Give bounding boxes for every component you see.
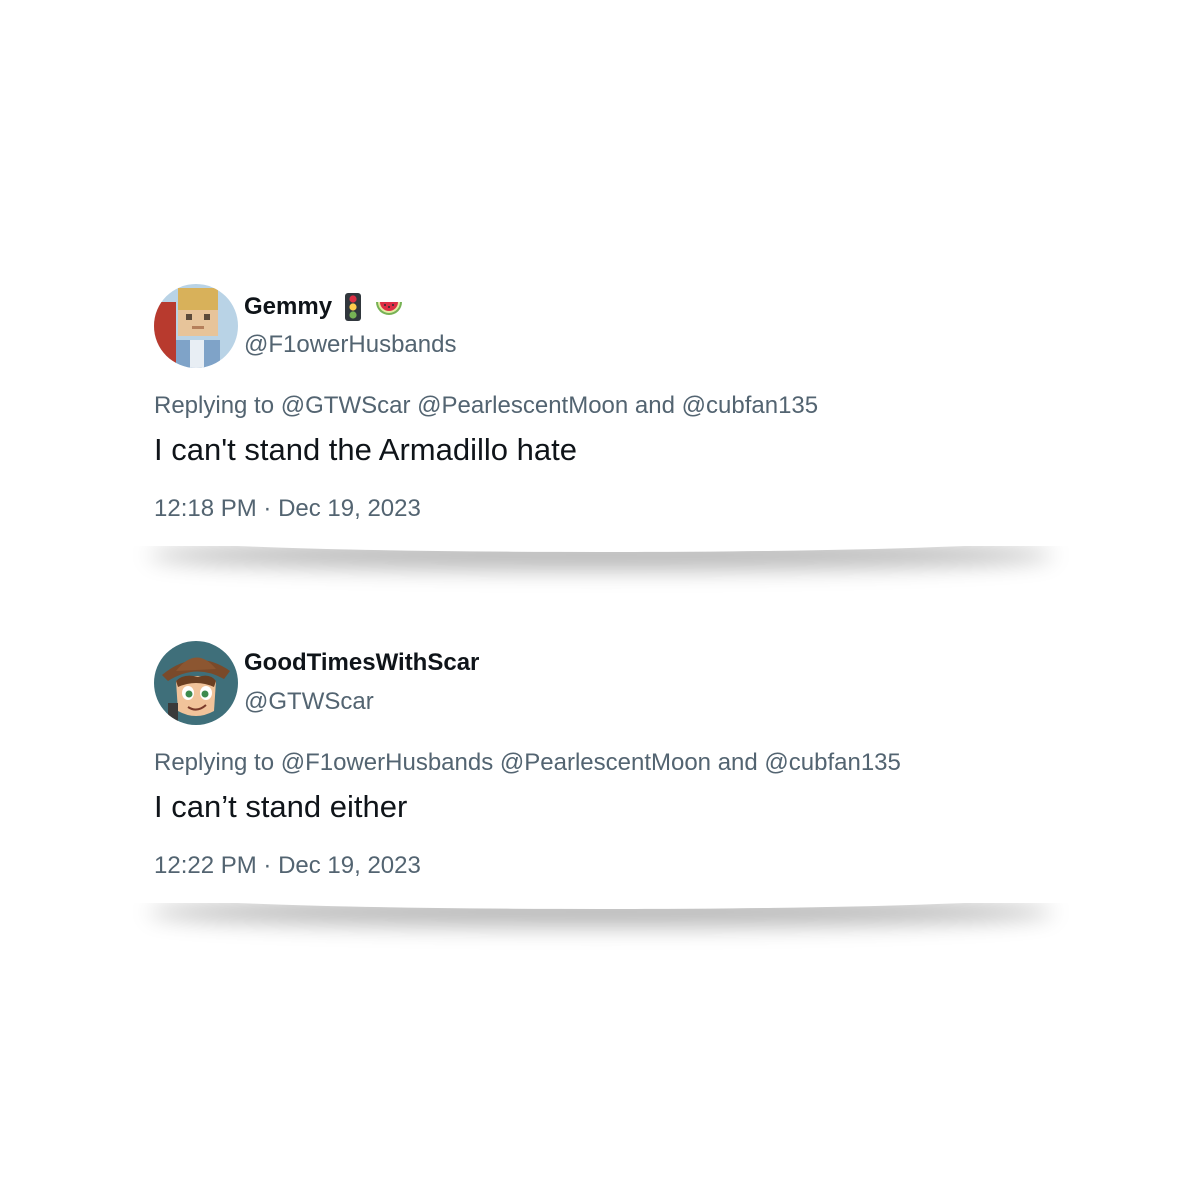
- display-name[interactable]: Gemmy: [244, 292, 404, 322]
- tweet-time: 12:22 PM: [154, 852, 257, 879]
- tweet-text: I can’t stand either: [154, 789, 408, 824]
- avatar-image: [154, 641, 238, 725]
- reply-prefix: Replying to: [154, 749, 275, 776]
- replying-to-line: Replying to @F1owerHusbands @Pearlescent…: [154, 749, 901, 777]
- meta-separator: ·: [263, 852, 272, 879]
- tweet-timestamp[interactable]: 12:18 PM · Dec 19, 2023: [154, 495, 421, 523]
- tweet-timestamp[interactable]: 12:22 PM · Dec 19, 2023: [154, 852, 421, 880]
- reply-and: and: [634, 392, 675, 419]
- tweet-card-2[interactable]: GoodTimesWithScar @GTWScar Replying to @…: [128, 627, 1074, 903]
- user-handle[interactable]: @GTWScar: [244, 688, 374, 716]
- avatar[interactable]: [154, 641, 238, 725]
- tweet-card-body: GoodTimesWithScar @GTWScar Replying to @…: [128, 627, 1074, 903]
- user-handle[interactable]: @F1owerHusbands: [244, 331, 456, 359]
- display-name-text: GoodTimesWithScar: [244, 649, 480, 676]
- display-name[interactable]: GoodTimesWithScar: [244, 649, 479, 677]
- tweet-card-body: Gemmy @F1owerHusbands Replying to @GTWSc…: [128, 270, 1074, 546]
- avatar-image: [154, 284, 238, 368]
- tweet-date: Dec 19, 2023: [278, 852, 421, 879]
- reply-last-mention[interactable]: @cubfan135: [682, 392, 818, 419]
- meta-separator: ·: [263, 495, 272, 522]
- tweet-time: 12:18 PM: [154, 495, 257, 522]
- reply-mentions[interactable]: @F1owerHusbands @PearlescentMoon: [281, 749, 711, 776]
- reply-last-mention[interactable]: @cubfan135: [764, 749, 900, 776]
- display-name-text: Gemmy: [244, 293, 333, 320]
- reply-mentions[interactable]: @GTWScar @PearlescentMoon: [281, 392, 629, 419]
- tweet-text: I can't stand the Armadillo hate: [154, 432, 577, 467]
- replying-to-line: Replying to @GTWScar @PearlescentMoon an…: [154, 392, 818, 420]
- avatar[interactable]: [154, 284, 238, 368]
- watermelon-icon: [376, 302, 403, 315]
- tweet-date: Dec 19, 2023: [278, 495, 421, 522]
- reply-and: and: [717, 749, 758, 776]
- reply-prefix: Replying to: [154, 392, 275, 419]
- traffic-light-icon: [345, 293, 362, 321]
- tweet-card-1[interactable]: Gemmy @F1owerHusbands Replying to @GTWSc…: [128, 270, 1074, 546]
